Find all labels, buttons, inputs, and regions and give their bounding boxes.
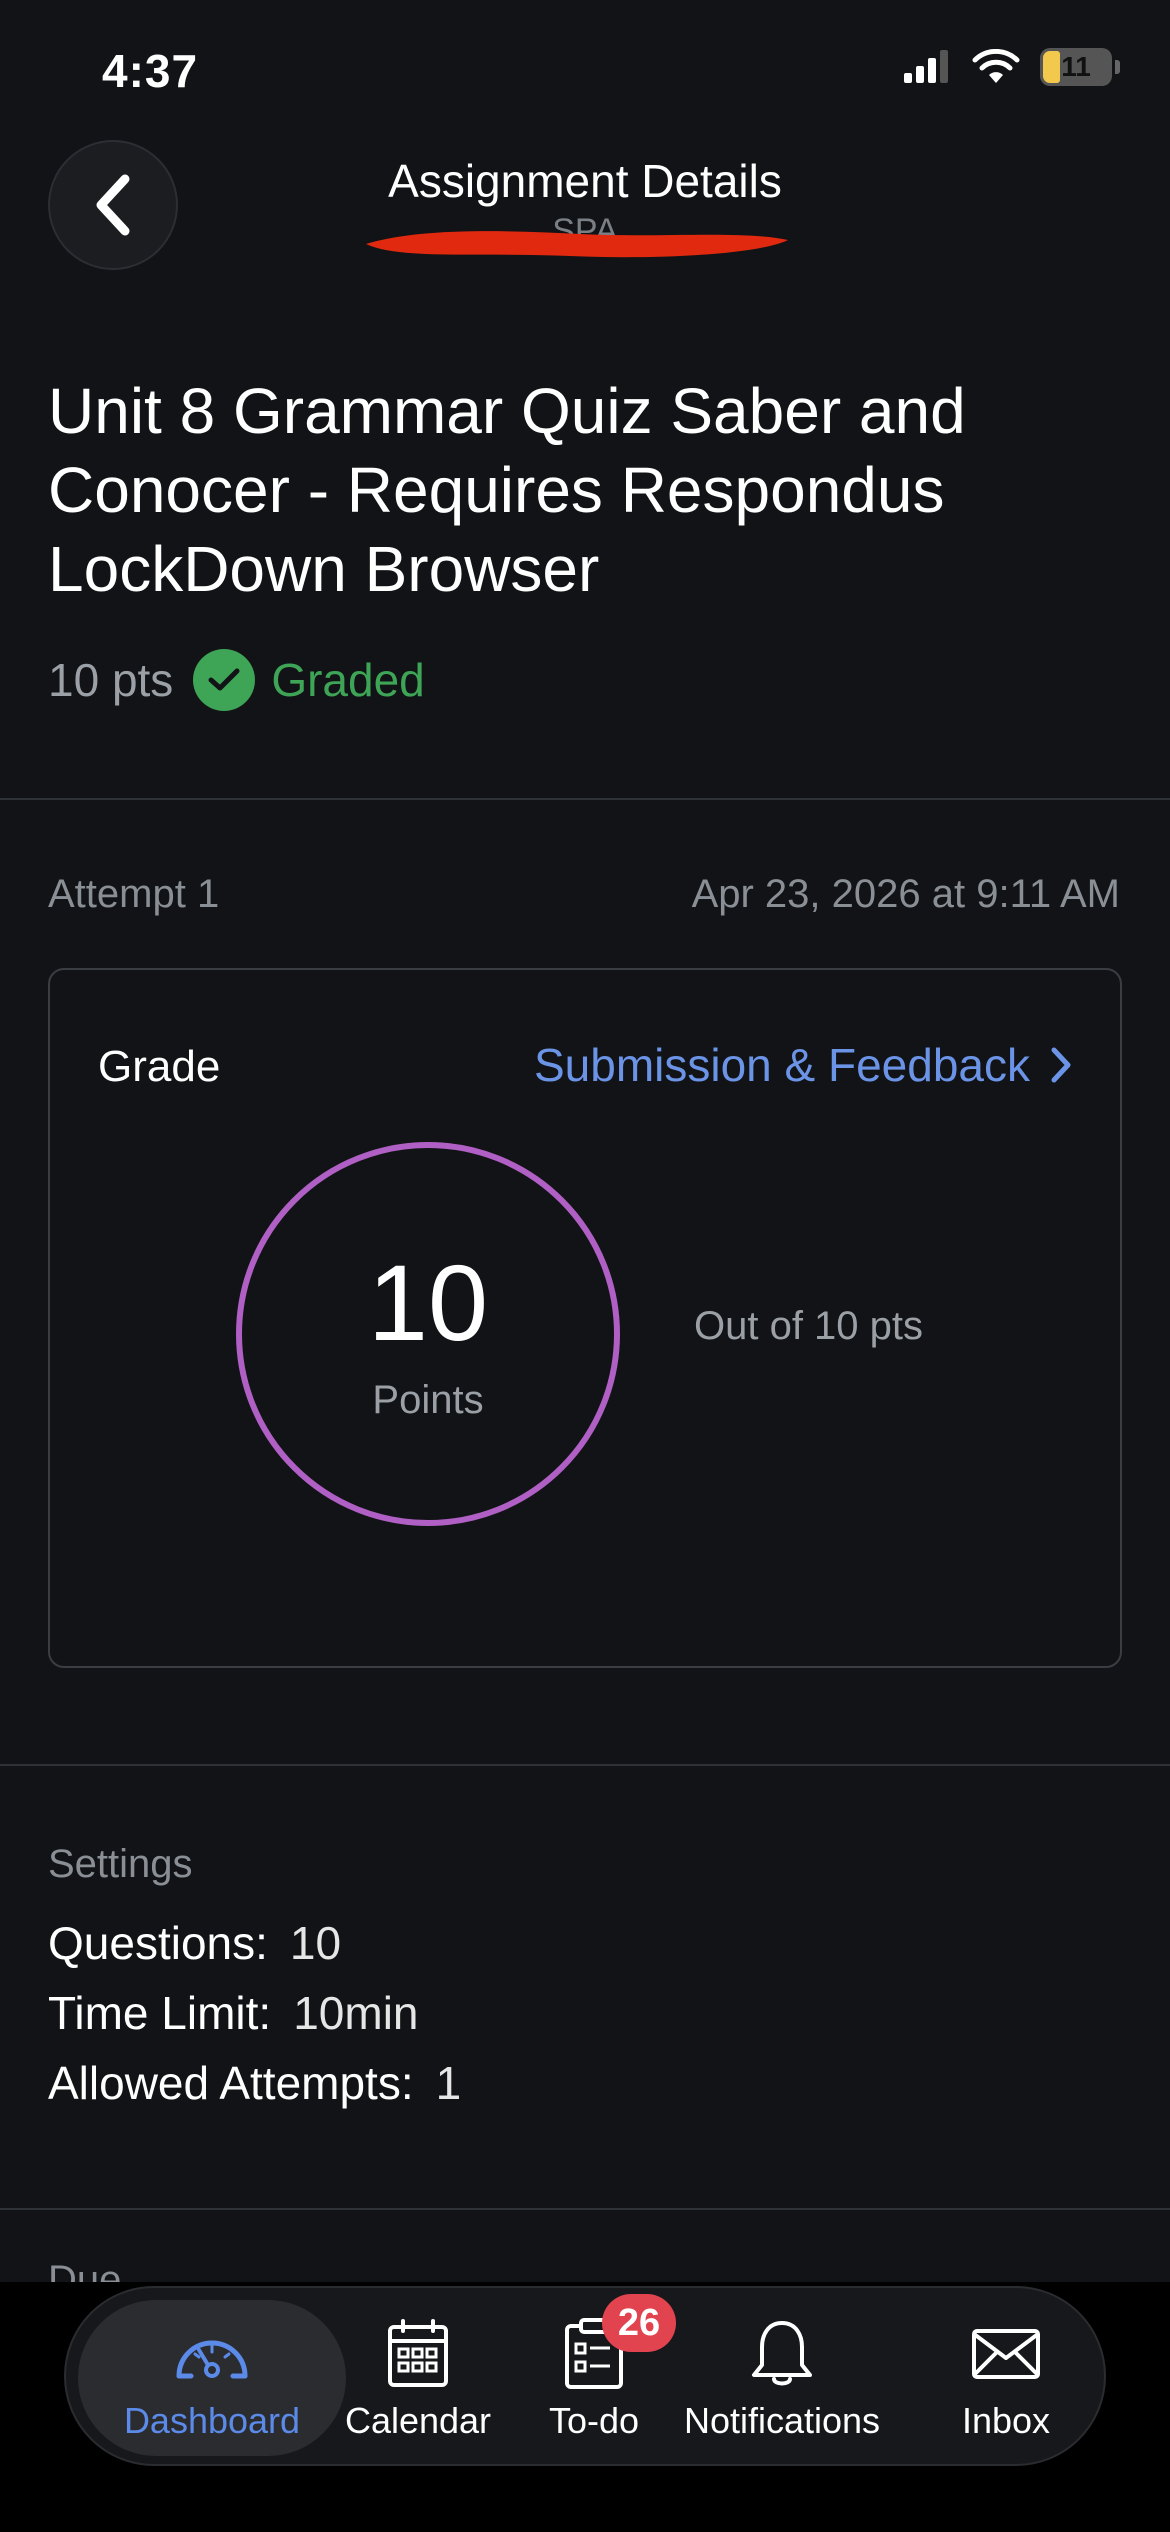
points-possible: 10 pts (48, 654, 174, 706)
setting-row-questions: Questions: 10 (48, 1916, 341, 1970)
dashboard-gauge-icon (173, 2314, 251, 2394)
tab-label: To-do (548, 2400, 640, 2441)
setting-row-allowed-attempts: Allowed Attempts: 1 (48, 2056, 461, 2110)
redaction-scribble (366, 231, 788, 258)
todo-count-badge: 26 (602, 2294, 676, 2352)
tab-inbox[interactable]: Inbox (926, 2288, 1086, 2468)
envelope-icon (971, 2314, 1041, 2394)
checkmark-circle-icon (193, 649, 256, 711)
setting-key: Allowed Attempts: (48, 2057, 414, 2109)
chevron-right-icon (1051, 1047, 1071, 1083)
bell-icon (750, 2314, 814, 2394)
cellular-signal-icon (904, 50, 948, 83)
tab-dashboard[interactable]: Dashboard (78, 2288, 346, 2468)
tab-label: Notifications (683, 2400, 881, 2441)
bottom-tab-bar: Dashboard Calendar To-do 26 Notification… (64, 2286, 1106, 2466)
tab-label: Dashboard (123, 2400, 301, 2441)
attempt-label: Attempt 1 (48, 872, 220, 916)
divider (0, 2208, 1170, 2210)
calendar-icon (387, 2314, 449, 2394)
status-bar: 4:37 11 (0, 0, 1170, 140)
tab-calendar[interactable]: Calendar (328, 2288, 508, 2468)
score-ring: 10 Points (236, 1142, 620, 1526)
graded-status: Graded (271, 654, 425, 706)
battery-icon: 11 (1040, 48, 1112, 86)
navigation-header: Assignment Details SPA (0, 140, 1170, 280)
setting-value: 10 (289, 1917, 342, 1969)
points-status-row: 10 pts Graded (48, 648, 425, 712)
score-unit: Points (372, 1378, 484, 1422)
tab-label: Calendar (344, 2400, 492, 2441)
tab-todo[interactable]: To-do 26 (514, 2288, 676, 2468)
attempt-date: Apr 23, 2026 at 9:11 AM (691, 872, 1120, 916)
status-time: 4:37 (102, 45, 199, 97)
tab-label: Inbox (961, 2400, 1051, 2441)
submission-feedback-label: Submission & Feedback (533, 1039, 1030, 1091)
divider (0, 798, 1170, 800)
divider (0, 1764, 1170, 1766)
grade-label: Grade (98, 1042, 221, 1091)
wifi-icon (972, 49, 1020, 83)
assignment-title: Unit 8 Grammar Quiz Saber and Conocer - … (48, 375, 966, 605)
setting-value: 10min (293, 1987, 419, 2039)
setting-row-time-limit: Time Limit: 10min (48, 1986, 419, 2040)
score-out-of: Out of 10 pts (694, 1304, 924, 1348)
tab-notifications[interactable]: Notifications (672, 2288, 892, 2468)
submission-feedback-link[interactable]: Submission & Feedback (534, 1038, 1072, 1092)
score-value: 10 (367, 1242, 489, 1363)
setting-key: Questions: (48, 1917, 268, 1969)
setting-value: 1 (435, 2057, 462, 2109)
settings-label: Settings (48, 1842, 193, 1886)
status-icons: 11 (902, 48, 1120, 86)
grade-card: Grade Submission & Feedback 10 Points Ou… (48, 968, 1122, 1668)
setting-key: Time Limit: (48, 1987, 272, 2039)
battery-indicator: 11 (1040, 48, 1120, 86)
battery-level: 11 (1061, 51, 1091, 82)
page-title: Assignment Details (388, 155, 782, 207)
